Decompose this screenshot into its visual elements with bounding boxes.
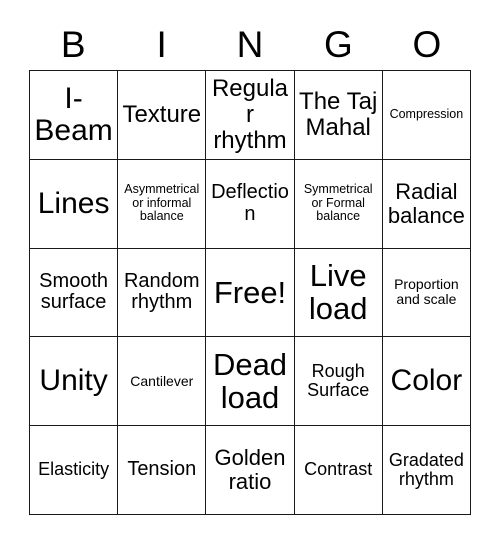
bingo-cell-label: Smooth surface [39,269,109,314]
bingo-header-letter-b: B [60,23,86,65]
bingo-cell-label: Golden ratio [214,445,286,495]
bingo-cell[interactable]: Smooth surface [30,248,119,338]
bingo-cell[interactable]: Gradated rhythm [382,426,471,515]
bingo-cell[interactable]: Texture [118,71,207,160]
bingo-cell-label: Deflection [211,181,289,225]
bingo-cell-label: Texture [122,100,202,128]
bingo-cell-label: Unity [39,364,108,398]
bingo-cell[interactable]: The Taj Mahal [294,71,383,160]
bingo-cell[interactable]: Dead load [206,337,295,427]
bingo-cell-label: Cantilever [130,372,194,389]
bingo-cell-label: Live load [308,258,368,327]
bingo-cell-label: Contrast [304,459,373,480]
bingo-cell[interactable]: Cantilever [118,337,207,427]
bingo-cell-label: The Taj Mahal [299,87,378,141]
bingo-cell-label: Regular rhythm [211,75,289,154]
bingo-cell[interactable]: Contrast [294,426,383,515]
bingo-cell-label: Gradated rhythm [388,449,464,490]
bingo-cell[interactable]: Live load [294,248,383,338]
bingo-cell-label: Lines [37,186,110,220]
bingo-cell-label: Compression [389,107,464,122]
bingo-header-row: B I N G O [29,18,471,70]
bingo-cell-label: Tension [127,458,197,481]
bingo-cell[interactable]: Tension [118,426,207,515]
bingo-cell[interactable]: Regular rhythm [206,71,295,160]
bingo-cell-label: Proportion and scale [394,276,459,308]
bingo-card: B I N G O I-Beam Texture Regular rhythm The… [0,0,500,544]
bingo-cell-label: Asymmetrical or informal balance [124,182,200,224]
bingo-cell-label: Radial balance [387,178,465,228]
bingo-cell[interactable]: Compression [382,71,471,160]
bingo-header-letter-g: G [324,23,353,65]
bingo-cell-label: Rough Surface [307,360,370,401]
bingo-cell-label: I-Beam [34,81,113,147]
bingo-cell[interactable]: Asymmetrical or informal balance [118,159,207,249]
bingo-cell[interactable]: Random rhythm [118,248,207,338]
bingo-grid: I-Beam Texture Regular rhythm The Taj Mahal… [29,70,471,515]
bingo-cell[interactable]: Proportion and scale [382,248,471,338]
bingo-free-space[interactable]: Free! [206,248,295,338]
bingo-cell[interactable]: Color [382,337,471,427]
bingo-header-letter-i: I [156,23,167,65]
bingo-cell[interactable]: I-Beam [30,71,119,160]
bingo-cell-label: Elasticity [38,459,110,480]
bingo-cell[interactable]: Golden ratio [206,426,295,515]
bingo-cell[interactable]: Rough Surface [294,337,383,427]
bingo-cell[interactable]: Radial balance [382,159,471,249]
bingo-header-letter-n: N [236,23,264,65]
bingo-cell[interactable]: Deflection [206,159,295,249]
bingo-cell-label: Color [390,364,463,398]
bingo-cell-label: Symmetrical or Formal balance [303,182,373,224]
bingo-cell[interactable]: Elasticity [30,426,119,515]
bingo-header-letter-o: O [412,23,442,65]
bingo-cell-label: Random rhythm [123,269,200,314]
bingo-cell-label: Dead load [212,346,288,416]
bingo-cell-label: Free! [213,274,287,310]
bingo-cell[interactable]: Lines [30,159,119,249]
bingo-cell[interactable]: Unity [30,337,119,427]
bingo-cell[interactable]: Symmetrical or Formal balance [294,159,383,249]
